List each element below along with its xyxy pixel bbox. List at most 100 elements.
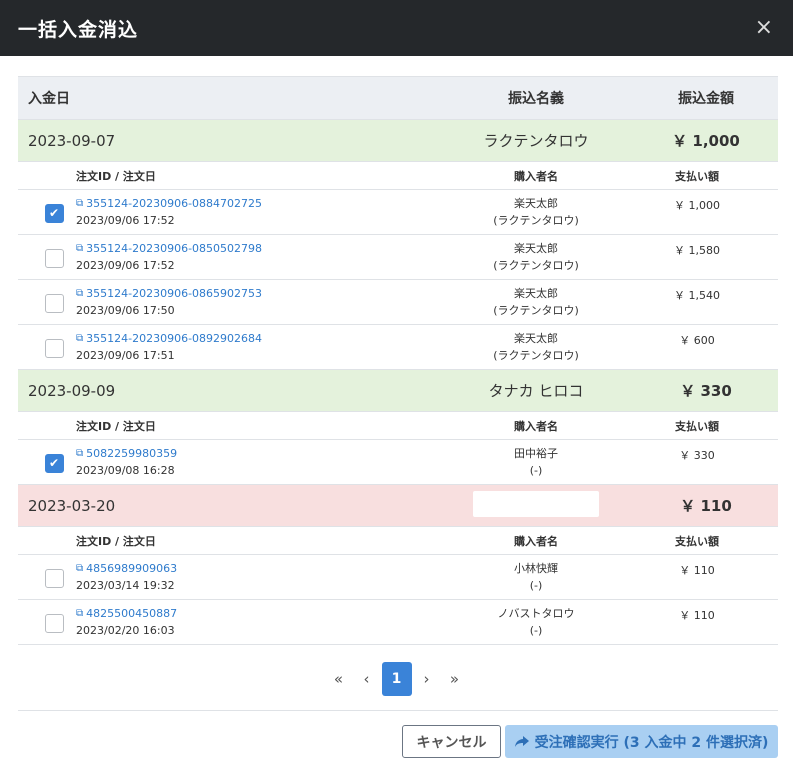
order-info: ⧉ 5082259980359 2023/09/08 16:28 [76,445,456,479]
execute-button[interactable]: 受注確認実行 (3 入金中 2 件選択済) [505,725,778,758]
buyer-info: ノバストタロウ (-) [456,605,616,639]
order-checkbox[interactable] [44,613,64,633]
external-link-icon: ⧉ [76,333,84,344]
order-link[interactable]: ⧉ 5082259980359 [76,445,456,462]
check-icon: ✔ [48,456,60,470]
order-info: ⧉ 355124-20230906-0892902684 2023/09/06 17… [76,330,456,364]
redacted-name-box [473,490,599,517]
pagination: « ‹ 1 › » [0,662,793,696]
order-id: 355124-20230906-0850502798 [86,242,263,255]
payment-amount: ￥ 1,540 [674,289,720,302]
subheader-payment: 支払い額 [675,534,719,548]
buyer-name: 楽天太郎 [514,197,558,210]
buyer-name: 楽天太郎 [514,242,558,255]
table-header: 入金日 振込名義 振込金額 [18,76,778,120]
order-link[interactable]: ⧉ 4856989909063 [76,560,456,577]
page-next[interactable]: › [414,662,440,696]
group-date: 2023-09-07 [28,131,116,150]
buyer-kana: (-) [529,624,543,637]
order-id: 5082259980359 [86,447,178,460]
order-id: 355124-20230906-0892902684 [86,332,263,345]
buyer-info: 田中裕子 (-) [456,445,616,479]
subheader-order: 注文ID / 注文日 [76,534,156,548]
page-first[interactable]: « [326,662,352,696]
header-amount: 振込金額 [678,91,734,107]
subheader-buyer: 購入者名 [514,169,558,183]
payment-amount: ￥ 330 [679,449,715,462]
payment-group-row: 2023-09-09 タナカ ヒロコ ￥ 330 [18,370,778,412]
buyer-kana: (ラクテンタロウ) [493,214,579,227]
order-row: ⧉ 355124-20230906-0865902753 2023/09/06 17… [18,280,778,325]
external-link-icon: ⧉ [76,198,84,209]
order-date: 2023/09/06 17:52 [76,214,175,227]
cancel-button[interactable]: キャンセル [402,725,501,758]
page-current[interactable]: 1 [381,662,412,696]
payment-amount: ￥ 110 [679,609,715,622]
checkbox-cell [18,567,76,588]
page-prev[interactable]: ‹ [354,662,380,696]
order-id: 355124-20230906-0884702725 [86,197,263,210]
group-name: タナカ ヒロコ [438,380,634,401]
buyer-kana: (ラクテンタロウ) [493,304,579,317]
order-checkbox[interactable]: ✔ [44,203,64,223]
order-subheader: 注文ID / 注文日 購入者名 支払い額 [18,527,778,555]
buyer-info: 小林快輝 (-) [456,560,616,594]
buyer-info: 楽天太郎 (ラクテンタロウ) [456,240,616,274]
buyer-kana: (ラクテンタロウ) [493,349,579,362]
close-icon[interactable]: × [755,17,773,39]
buyer-kana: (-) [529,464,543,477]
order-date: 2023/09/08 16:28 [76,464,175,477]
order-date: 2023/09/06 17:50 [76,304,175,317]
order-info: ⧉ 355124-20230906-0850502798 2023/09/06 17… [76,240,456,274]
header-date: 入金日 [28,91,70,107]
external-link-icon: ⧉ [76,288,84,299]
order-checkbox[interactable] [44,568,64,588]
page-last[interactable]: » [442,662,468,696]
order-date: 2023/02/20 16:03 [76,624,175,637]
buyer-kana: (ラクテンタロウ) [493,259,579,272]
checkbox-cell [18,612,76,633]
order-checkbox[interactable]: ✔ [44,453,64,473]
check-icon: ✔ [48,206,60,220]
order-date: 2023/03/14 19:32 [76,579,175,592]
order-row: ✔ ⧉ 5082259980359 2023/09/08 16:28 田中裕子 (-) ￥ … [18,440,778,485]
order-info: ⧉ 4856989909063 2023/03/14 19:32 [76,560,456,594]
checkbox-cell [18,247,76,268]
external-link-icon: ⧉ [76,563,84,574]
group-date: 2023-09-09 [28,381,116,400]
order-info: ⧉ 4825500450887 2023/02/20 16:03 [76,605,456,639]
order-date: 2023/09/06 17:51 [76,349,175,362]
group-name [438,490,634,521]
payment-amount: ￥ 1,580 [674,244,720,257]
payment-amount: ￥ 600 [679,334,715,347]
order-row: ⧉ 355124-20230906-0850502798 2023/09/06 17… [18,235,778,280]
payment-amount: ￥ 110 [679,564,715,577]
modal-title: 一括入金消込 [18,18,139,41]
order-link[interactable]: ⧉ 4825500450887 [76,605,456,622]
group-name: ラクテンタロウ [438,130,634,151]
order-checkbox[interactable] [44,293,64,313]
buyer-info: 楽天太郎 (ラクテンタロウ) [456,285,616,319]
buyer-name: 楽天太郎 [514,332,558,345]
order-id: 4825500450887 [86,607,178,620]
order-link[interactable]: ⧉ 355124-20230906-0884702725 [76,195,456,212]
external-link-icon: ⧉ [76,243,84,254]
order-date: 2023/09/06 17:52 [76,259,175,272]
order-link[interactable]: ⧉ 355124-20230906-0865902753 [76,285,456,302]
group-amount: ￥ 1,000 [672,132,740,150]
checkbox-cell [18,292,76,313]
share-icon [514,735,529,747]
order-checkbox[interactable] [44,338,64,358]
subheader-buyer: 購入者名 [514,534,558,548]
subheader-order: 注文ID / 注文日 [76,169,156,183]
modal-header: 一括入金消込 × [0,0,793,56]
order-id: 355124-20230906-0865902753 [86,287,263,300]
buyer-name: 小林快輝 [514,562,558,575]
order-link[interactable]: ⧉ 355124-20230906-0850502798 [76,240,456,257]
order-row: ⧉ 4825500450887 2023/02/20 16:03 ノバストタロウ (-)… [18,600,778,645]
order-checkbox[interactable] [44,248,64,268]
buyer-kana: (-) [529,579,543,592]
order-link[interactable]: ⧉ 355124-20230906-0892902684 [76,330,456,347]
subheader-payment: 支払い額 [675,169,719,183]
subheader-buyer: 購入者名 [514,419,558,433]
